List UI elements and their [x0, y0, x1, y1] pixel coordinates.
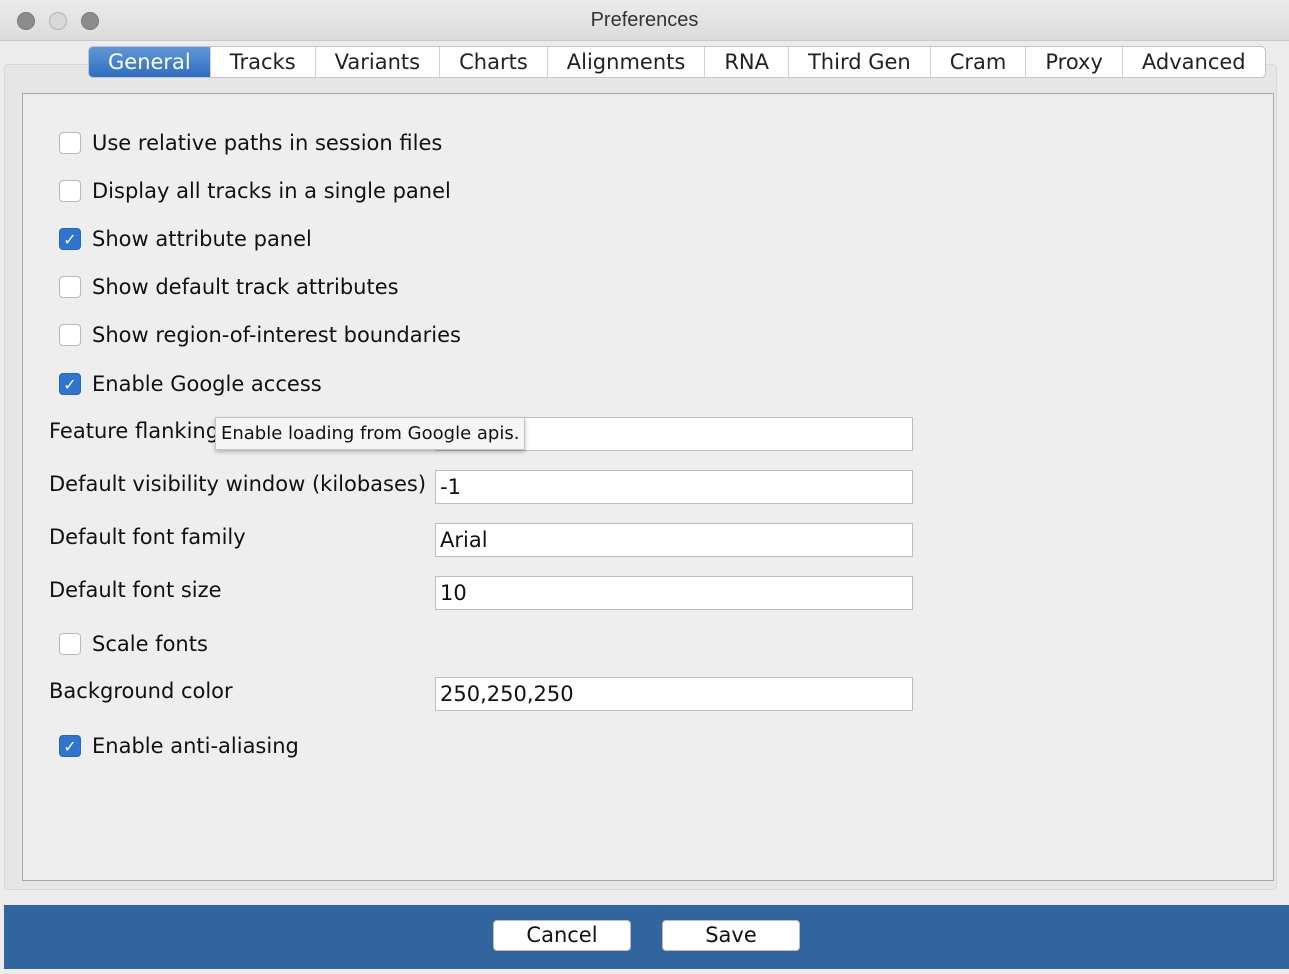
show-attribute-panel-checkbox[interactable]: ✓ — [59, 228, 81, 250]
tab-rna[interactable]: RNA — [705, 47, 789, 77]
display-single-panel-checkbox[interactable] — [59, 180, 81, 202]
anti-aliasing-row[interactable]: ✓ Enable anti-aliasing — [59, 731, 299, 761]
show-attribute-panel-label: Show attribute panel — [92, 227, 312, 251]
anti-aliasing-checkbox[interactable]: ✓ — [59, 735, 81, 757]
visibility-window-input[interactable]: -1 — [435, 470, 913, 504]
tab-cram[interactable]: Cram — [931, 47, 1027, 77]
footer-bar: Cancel Save — [4, 905, 1289, 969]
font-size-row: Default font size 10 — [49, 576, 914, 610]
tab-advanced[interactable]: Advanced — [1123, 47, 1265, 77]
scale-fonts-checkbox[interactable] — [59, 633, 81, 655]
background-color-row: Background color 250,250,250 — [49, 677, 914, 711]
show-default-track-attributes-checkbox[interactable] — [59, 276, 81, 298]
visibility-window-row: Default visibility window (kilobases) -1 — [49, 470, 914, 504]
display-single-panel-row[interactable]: Display all tracks in a single panel — [59, 176, 451, 206]
feature-flanking-label: Feature flanking — [49, 419, 220, 443]
show-attribute-panel-row[interactable]: ✓ Show attribute panel — [59, 224, 312, 254]
enable-google-access-label: Enable Google access — [92, 372, 322, 396]
preferences-window: Preferences General Tracks Variants Char… — [0, 0, 1289, 974]
tab-bar: General Tracks Variants Charts Alignment… — [88, 46, 1266, 78]
anti-aliasing-label: Enable anti-aliasing — [92, 734, 299, 758]
background-color-input[interactable]: 250,250,250 — [435, 677, 913, 711]
font-size-label: Default font size — [49, 578, 222, 602]
show-roi-boundaries-row[interactable]: Show region-of-interest boundaries — [59, 320, 461, 350]
use-relative-paths-row[interactable]: Use relative paths in session files — [59, 128, 442, 158]
scale-fonts-label: Scale fonts — [92, 632, 208, 656]
font-size-input[interactable]: 10 — [435, 576, 913, 610]
tab-tracks[interactable]: Tracks — [211, 47, 316, 77]
checkmark-icon: ✓ — [63, 736, 77, 756]
visibility-window-label: Default visibility window (kilobases) — [49, 472, 427, 496]
tab-third-gen[interactable]: Third Gen — [789, 47, 931, 77]
font-family-row: Default font family Arial — [49, 523, 914, 557]
show-default-track-attributes-row[interactable]: Show default track attributes — [59, 272, 399, 302]
font-family-input[interactable]: Arial — [435, 523, 913, 557]
show-default-track-attributes-label: Show default track attributes — [92, 275, 399, 299]
checkmark-icon: ✓ — [63, 374, 77, 394]
font-family-label: Default font family — [49, 525, 246, 549]
checkmark-icon: ✓ — [63, 229, 77, 249]
window-title: Preferences — [590, 9, 699, 31]
scale-fonts-row[interactable]: Scale fonts — [59, 629, 208, 659]
google-access-tooltip: Enable loading from Google apis. — [215, 417, 526, 450]
enable-google-access-row[interactable]: ✓ Enable Google access — [59, 369, 322, 399]
tab-general[interactable]: General — [89, 47, 211, 77]
title-bar[interactable]: Preferences — [0, 0, 1289, 41]
show-roi-boundaries-label: Show region-of-interest boundaries — [92, 323, 461, 347]
use-relative-paths-label: Use relative paths in session files — [92, 131, 443, 155]
save-button[interactable]: Save — [662, 920, 800, 951]
use-relative-paths-checkbox[interactable] — [59, 132, 81, 154]
cancel-button[interactable]: Cancel — [493, 920, 631, 951]
tab-proxy[interactable]: Proxy — [1026, 47, 1123, 77]
enable-google-access-checkbox[interactable]: ✓ — [59, 373, 81, 395]
tab-charts[interactable]: Charts — [440, 47, 548, 77]
tab-variants[interactable]: Variants — [316, 47, 441, 77]
display-single-panel-label: Display all tracks in a single panel — [92, 179, 451, 203]
tab-alignments[interactable]: Alignments — [548, 47, 706, 77]
background-color-label: Background color — [49, 679, 233, 703]
show-roi-boundaries-checkbox[interactable] — [59, 324, 81, 346]
